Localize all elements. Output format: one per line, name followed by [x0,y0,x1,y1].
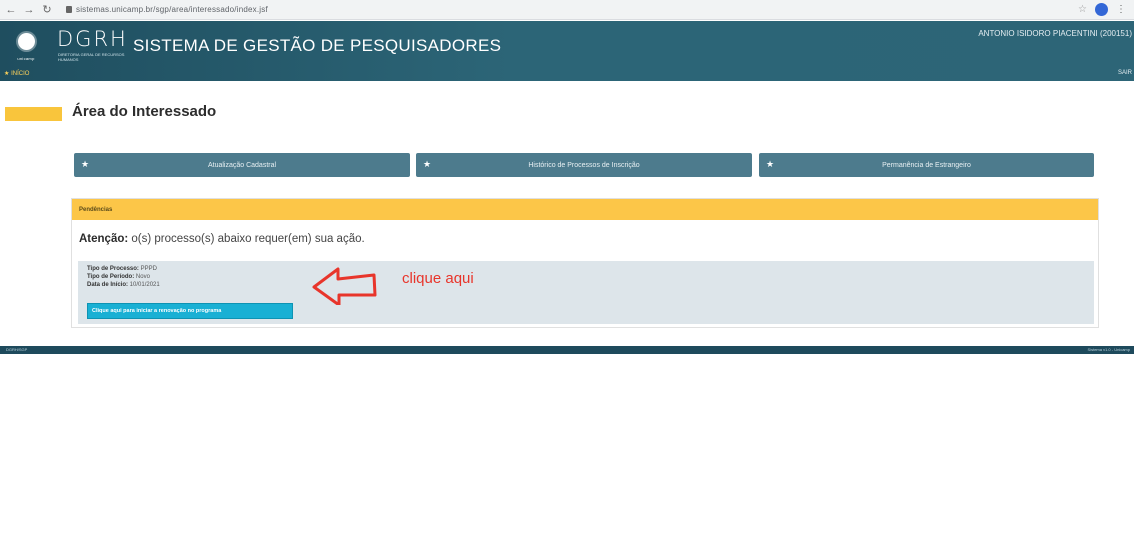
process-type-value: PPPD [138,266,157,272]
start-date-label: Data de Início: [87,282,129,288]
start-renewal-button[interactable]: Clique aqui para iniciar a renovação no … [87,303,293,319]
foreigner-permanence-label: Permanência de Estrangeiro [882,161,971,169]
attention-message: Atenção: o(s) processo(s) abaixo requer(… [79,233,365,245]
lock-icon [66,6,72,13]
star-icon: ★ [766,159,775,169]
period-type-line: Tipo de Período: Novo [87,274,150,280]
period-type-value: Novo [134,274,150,280]
back-icon[interactable]: ← [4,4,18,16]
pending-panel-heading: Pendências [72,199,1098,220]
nav-home-label: INÍCIO [11,71,30,77]
title-accent-bar [5,107,62,121]
unicamp-sun-icon [17,33,35,50]
browser-toolbar: ← → ↻ sistemas.unicamp.br/sgp/area/inter… [0,0,1134,20]
click-here-annotation: clique aqui [402,270,474,287]
site-header: unicamp DGRH DIRETORIA GERAL DE RECURSOS… [0,21,1134,81]
pending-panel: Pendências Atenção: o(s) processo(s) aba… [71,198,1099,328]
process-card: Tipo de Processo: PPPD Tipo de Período: … [78,261,1094,324]
star-icon: ★ [423,159,432,169]
site-footer: DGRH/SGP Sistema v1.0 - Unicamp [0,346,1134,354]
bookmark-star-icon[interactable]: ☆ [1078,4,1087,15]
period-type-label: Tipo de Período: [87,274,135,280]
nav-exit-link[interactable]: SAIR [1118,70,1132,76]
red-arrow-icon [312,267,377,305]
user-name: ANTONIO ISIDORO PIACENTINI (200151) [978,29,1132,38]
reload-icon[interactable]: ↻ [40,3,54,16]
unicamp-logo[interactable]: unicamp [14,31,38,65]
attention-text: o(s) processo(s) abaixo requer(em) sua a… [128,233,365,245]
home-star-icon: ★ [4,71,10,77]
page-title: Área do Interessado [72,103,217,120]
nav-home-link[interactable]: ★ INÍCIO [4,70,29,77]
system-title: SISTEMA DE GESTÃO DE PESQUISADORES [133,36,502,55]
page: ← → ↻ sistemas.unicamp.br/sgp/area/inter… [0,0,1134,546]
footer-right-text: Sistema v1.0 - Unicamp [1087,347,1130,352]
browser-menu-icon[interactable]: ⋮ [1116,4,1126,15]
footer-left-text: DGRH/SGP [6,347,28,352]
dgrh-subtitle: DIRETORIA GERAL DE RECURSOS HUMANOS [58,52,125,62]
star-icon: ★ [81,159,90,169]
registration-history-label: Histórico de Processos de Inscrição [528,161,640,169]
browser-right-controls: ☆ ⋮ [1078,3,1126,16]
update-registration-label: Atualização Cadastral [207,161,277,169]
address-bar[interactable]: sistemas.unicamp.br/sgp/area/interessado… [76,5,268,14]
unicamp-logo-word: unicamp [17,56,35,61]
start-date-value: 10/01/2021 [128,282,160,288]
dgrh-logo[interactable]: DGRH [57,27,128,51]
profile-avatar-icon[interactable] [1095,3,1108,16]
start-date-line: Data de Início: 10/01/2021 [87,282,160,288]
attention-label: Atenção: [79,233,129,245]
update-registration-button[interactable]: ★ Atualização Cadastral [74,153,410,177]
registration-history-button[interactable]: ★ Histórico de Processos de Inscrição [416,153,752,177]
process-type-line: Tipo de Processo: PPPD [87,266,157,272]
forward-icon[interactable]: → [22,4,36,16]
foreigner-permanence-button[interactable]: ★ Permanência de Estrangeiro [759,153,1094,177]
process-type-label: Tipo de Processo: [87,266,139,272]
